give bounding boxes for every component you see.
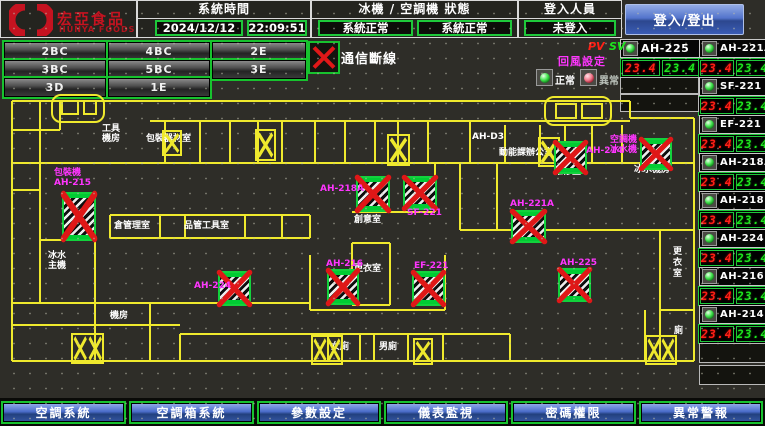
device-label-ah-225: AH-225 (560, 258, 597, 268)
device-icon-ah-218a[interactable] (356, 176, 390, 212)
stairs-icon (311, 335, 343, 365)
nav-button-1[interactable]: 空調系統 (1, 401, 126, 424)
nav-button-2[interactable]: 空調箱系統 (129, 401, 254, 424)
stairs-icon (162, 130, 182, 156)
device-icon-ah-225[interactable] (558, 268, 591, 302)
room-label: 機房 (110, 311, 136, 321)
device-icon-sf-221[interactable] (403, 176, 437, 210)
setpoint-label: 回風設定 (558, 53, 606, 69)
device-icon-ah-221a[interactable] (511, 210, 546, 243)
stairs-icon (255, 129, 276, 161)
sv-label: SV (609, 40, 625, 53)
room-label: AH-D3 (472, 132, 508, 142)
room-label: 男廁 (379, 342, 403, 352)
device-label-ah-221a: AH-221A (510, 199, 554, 209)
nav-button-5[interactable]: 密碼權限 (511, 401, 636, 424)
room-label: 創意室 (354, 215, 390, 225)
device-icon-ah-215[interactable] (62, 192, 96, 241)
room-label: 倉管理室 (114, 221, 160, 231)
device-icon-ef-221[interactable] (412, 271, 445, 306)
room-label: 工具機房 (102, 124, 128, 144)
stairs-icon (645, 335, 677, 365)
stairs-icon (387, 134, 410, 166)
pv-label: PV (588, 40, 605, 53)
device-icon-冰水機[interactable] (640, 138, 672, 170)
bottom-nav-bar: 空調系統空調箱系統參數設定儀表監視密碼權限異常警報 (0, 398, 765, 426)
nav-button-3[interactable]: 參數設定 (257, 401, 381, 424)
room-label: 冰水主機 (48, 251, 70, 271)
device-label-ah-216: AH-216 (326, 259, 363, 269)
device-label-ah-224: AH-224 (194, 281, 231, 291)
room-label: 更衣室 (671, 246, 683, 279)
device-label-ah-214: AH-214 (586, 146, 623, 156)
stairs-icon (71, 333, 104, 364)
device-icon-ah-216[interactable] (327, 269, 359, 305)
nav-button-6[interactable]: 異常警報 (639, 401, 763, 424)
device-label-sf-221: SF-221 (407, 208, 442, 218)
device-label-ef-221: EF-221 (414, 261, 449, 271)
device-label-ah-215: 包裝機AH-215 (54, 168, 91, 188)
device-icon-ah-214[interactable] (554, 141, 587, 174)
nav-button-4[interactable]: 儀表監視 (384, 401, 508, 424)
room-label: 品管工具室 (184, 221, 242, 231)
device-label-ah-218a: AH-218A (320, 184, 364, 194)
stairs-icon (413, 338, 433, 365)
